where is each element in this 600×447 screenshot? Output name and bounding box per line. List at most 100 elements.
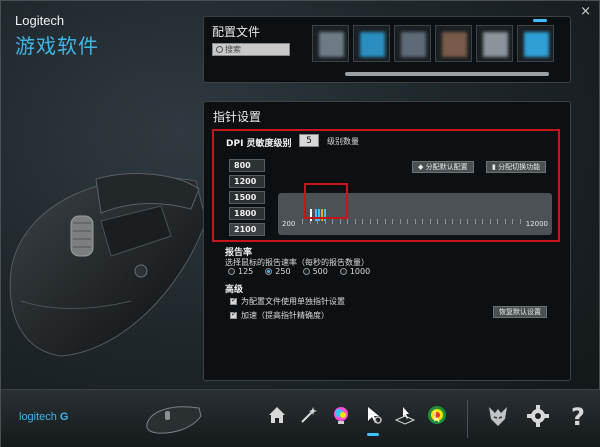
report-rate-500[interactable]: 500 [302, 267, 328, 276]
assign-default-label: 分配默认配置 [425, 163, 468, 171]
dpi-marker-highlight [304, 183, 348, 219]
logitech-g-brand-button[interactable] [485, 402, 511, 430]
radio-icon [302, 268, 310, 275]
report-rate-1000[interactable]: 1000 [339, 267, 370, 276]
wolf-emblem-icon [489, 407, 507, 426]
dpi-slider-tick [302, 219, 303, 224]
dpi-slider-min: 200 [282, 220, 296, 228]
pointer-sparkle-icon [301, 407, 317, 423]
bottom-toolbar: logitech G ? [1, 389, 600, 447]
profile-slot-5[interactable] [476, 25, 513, 62]
dpi-slider-tick [467, 219, 468, 224]
dpi-slider-tick [489, 219, 491, 224]
dpi-slider-tick [392, 219, 393, 224]
report-rate-125[interactable]: 125 [228, 267, 253, 276]
help-icon: ? [571, 403, 585, 429]
customize-buttons-button[interactable] [297, 402, 321, 428]
separate-pointer-checkbox[interactable]: 为配置文件使用单独指针设置 [230, 296, 345, 307]
dpi-slider-tick [512, 219, 513, 224]
dpi-level-2[interactable]: 1200 [229, 175, 265, 188]
pointer-settings-button[interactable] [361, 402, 385, 436]
checkbox-checked-icon [230, 296, 237, 305]
dpi-slider-tick [474, 219, 476, 224]
advanced-title: 高级 [225, 285, 244, 295]
pointer-settings-panel: 指针设置 DPI 灵敏度级别 5 级别数量 ◆ 分配默认配置 ▮ 分配切换功能 … [203, 101, 571, 381]
rgb-lighting-icon [334, 407, 348, 424]
profile-thumbnail [524, 32, 549, 57]
active-profile-indicator [533, 19, 547, 22]
dpi-level-count-input[interactable]: 5 [299, 134, 319, 147]
home-button[interactable] [265, 402, 289, 428]
dpi-slider-tick [377, 219, 378, 224]
dpi-slider-tick [437, 219, 438, 224]
profile-thumbnail [360, 32, 385, 57]
help-button[interactable]: ? [565, 402, 591, 430]
profile-thumbnail [319, 32, 344, 57]
home-icon [269, 407, 285, 423]
dpi-slider-tick [339, 219, 341, 224]
separate-pointer-label: 为配置文件使用单独指针设置 [241, 297, 345, 306]
search-icon [216, 46, 223, 53]
pointer-gear-icon [368, 407, 382, 424]
logitech-g-icon: G [59, 411, 69, 423]
dpi-level-5[interactable]: 2100 [229, 223, 265, 236]
report-rate-250-label: 250 [275, 267, 291, 276]
radio-icon [339, 268, 347, 275]
report-rate-options: 125 250 500 1000 [228, 267, 370, 276]
brand-label: Logitech [15, 13, 65, 28]
profile-panel-title: 配置文件 [212, 25, 261, 39]
dpi-slider-tick [399, 219, 401, 224]
report-rate-250[interactable]: 250 [265, 267, 291, 276]
dpi-slider-tick [354, 219, 356, 224]
heatmap-button[interactable] [425, 402, 449, 428]
lighting-button[interactable] [329, 402, 353, 428]
profile-slot-6[interactable] [517, 25, 554, 62]
dpi-slider-tick [422, 219, 423, 224]
dpi-slider-tick [519, 219, 521, 224]
dpi-level-3[interactable]: 1500 [229, 191, 265, 204]
close-button[interactable]: × [580, 4, 591, 19]
profile-panel: 配置文件 搜索 [203, 16, 571, 83]
profile-thumbnail [442, 32, 467, 57]
dpi-slider-tick [347, 219, 348, 224]
search-placeholder: 搜索 [225, 45, 241, 54]
dpi-slider-tick [414, 219, 416, 224]
mouse-illustration [9, 173, 207, 357]
checkbox-checked-icon [230, 310, 237, 319]
surface-tuning-button[interactable] [393, 402, 417, 428]
logitech-logo-text: logitech [19, 411, 57, 423]
gear-icon [527, 405, 549, 427]
profile-thumbnail [483, 32, 508, 57]
dpi-level-count-label: 级别数量 [327, 137, 359, 146]
dpi-level-4[interactable]: 1800 [229, 207, 265, 220]
assign-shift-button[interactable]: ▮ 分配切换功能 [486, 161, 547, 173]
assign-default-button[interactable]: ◆ 分配默认配置 [412, 161, 474, 173]
dpi-slider-tick [452, 219, 453, 224]
profile-slot-1[interactable] [312, 25, 349, 62]
heatmap-icon [428, 406, 446, 424]
dpi-slider-tick [407, 219, 408, 224]
app-title: 游戏软件 [15, 34, 99, 58]
dpi-level-1[interactable]: 800 [229, 159, 265, 172]
feature-toolbar [265, 402, 449, 436]
profile-slot-3[interactable] [394, 25, 431, 62]
profile-scrollbar[interactable] [345, 72, 549, 76]
device-mouse-icon[interactable] [143, 402, 205, 436]
report-rate-500-label: 500 [312, 267, 328, 276]
dpi-slider-tick [384, 219, 386, 224]
settings-button[interactable] [525, 402, 551, 430]
dpi-slider-tick [429, 219, 431, 224]
profile-slot-2[interactable] [353, 25, 390, 62]
dpi-slider-tick [369, 219, 371, 224]
profile-list [312, 25, 554, 62]
logitech-logo: logitech G [19, 411, 68, 423]
acceleration-label: 加速（提高指针精确度） [241, 311, 329, 320]
dpi-slider-tick [504, 219, 506, 224]
radio-icon [228, 268, 235, 275]
dpi-slider-tick [332, 219, 333, 224]
profile-search-input[interactable]: 搜索 [212, 43, 290, 56]
acceleration-checkbox[interactable]: 加速（提高指针精确度） [230, 310, 329, 321]
dpi-slider-tick [362, 219, 363, 224]
profile-slot-4[interactable] [435, 25, 472, 62]
restore-defaults-button[interactable]: 恢复默认设置 [493, 306, 547, 318]
